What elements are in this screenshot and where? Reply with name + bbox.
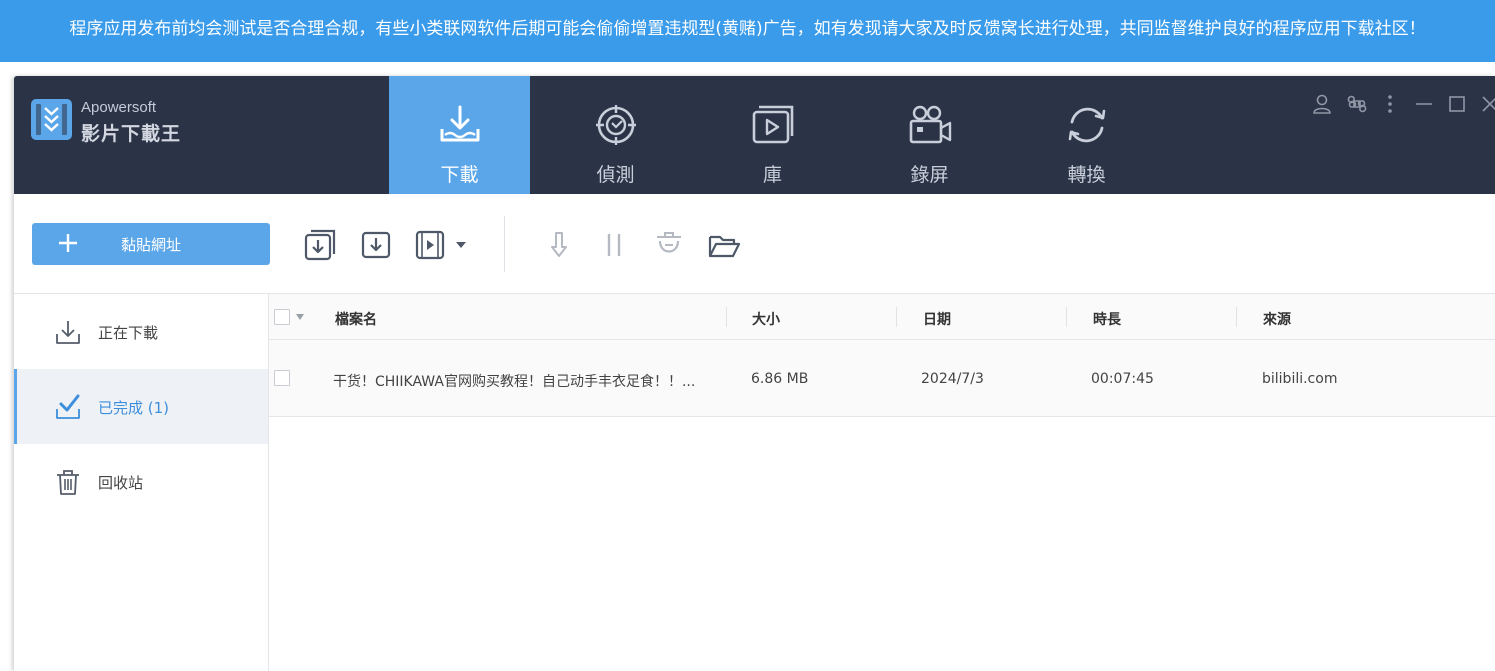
title-bar: Apowersoft 影片下載王 下載 偵測 庫 錄屏 轉換: [14, 76, 1495, 194]
brand-name-cn: 影片下載王: [81, 123, 182, 145]
column-header-size[interactable]: 大小: [752, 309, 780, 329]
tab-detect[interactable]: 偵測: [545, 76, 686, 194]
tab-convert[interactable]: 轉換: [1016, 76, 1157, 194]
sidebar-item-downloading[interactable]: 正在下載: [14, 294, 268, 369]
file-name: 干货！CHIIKAWA官网购买教程！自己动手丰衣足食！！...: [333, 374, 696, 390]
app-window: Apowersoft 影片下載王 下載 偵測 庫 錄屏 轉換 黏貼網址 正在下載…: [14, 76, 1495, 671]
select-dropdown-icon[interactable]: [296, 314, 304, 320]
column-header-name[interactable]: 檔案名: [335, 309, 377, 329]
file-duration: 00:07:45: [1091, 371, 1154, 387]
column-divider: [726, 307, 727, 327]
close-icon[interactable]: [1479, 93, 1495, 115]
select-all-checkbox[interactable]: [274, 309, 290, 325]
detect-target-icon: [595, 105, 636, 145]
download-icon: [56, 321, 80, 344]
row-checkbox[interactable]: [274, 370, 290, 386]
video-download-icon[interactable]: [414, 228, 448, 262]
sidebar: 正在下載 已完成 (1) 回收站: [14, 294, 269, 671]
paste-url-label: 黏貼網址: [120, 236, 181, 254]
table-row[interactable]: 干货！CHIIKAWA官网购买教程！自己动手丰衣足食！！... 6.86 MB …: [269, 340, 1495, 417]
tab-library-label: 庫: [762, 164, 782, 186]
pause-icon[interactable]: [597, 228, 631, 262]
more-vertical-icon[interactable]: [1379, 93, 1401, 115]
column-header-duration[interactable]: 時長: [1093, 309, 1121, 329]
tab-record-label: 錄屏: [910, 164, 949, 186]
library-play-icon: [752, 105, 793, 144]
tab-download[interactable]: 下載: [389, 76, 530, 194]
tab-detect-label: 偵測: [596, 164, 635, 186]
resume-icon[interactable]: [542, 228, 576, 262]
maximize-icon[interactable]: [1446, 93, 1468, 115]
sidebar-item-recycle-bin[interactable]: 回收站: [14, 444, 268, 519]
batch-download-icon[interactable]: [303, 228, 337, 262]
tab-library[interactable]: 庫: [702, 76, 843, 194]
sidebar-item-label: 回收站: [98, 474, 144, 492]
tab-record[interactable]: 錄屏: [859, 76, 1000, 194]
file-size: 6.86 MB: [751, 371, 809, 387]
brand-name-en: Apowersoft: [81, 99, 157, 116]
notice-banner-text: 程序应用发布前均会测试是否合理合规，有些小类联网软件后期可能会偷偷增置违规型(黄…: [69, 18, 1426, 39]
file-list: 檔案名 大小 日期 時長 來源 干货！CHIIKAWA官网购买教程！自己动手丰衣…: [269, 294, 1495, 671]
sidebar-item-label: 已完成 (1): [98, 399, 170, 417]
chevron-down-icon[interactable]: [451, 228, 471, 262]
video-camera-icon: [909, 105, 951, 144]
check-tray-icon: [56, 394, 80, 419]
app-logo-icon: [31, 99, 72, 140]
minimize-icon[interactable]: [1413, 93, 1435, 115]
convert-cycle-icon: [1068, 107, 1105, 143]
table-header: 檔案名 大小 日期 時長 來源: [269, 294, 1495, 340]
column-divider: [896, 307, 897, 327]
open-folder-icon[interactable]: [707, 228, 741, 262]
column-header-source[interactable]: 來源: [1263, 309, 1291, 329]
tab-convert-label: 轉換: [1067, 164, 1106, 186]
notice-banner: 程序应用发布前均会测试是否合理合规，有些小类联网软件后期可能会偷偷增置违规型(黄…: [0, 0, 1495, 62]
shortcut-icon[interactable]: [1346, 93, 1368, 115]
toolbar: 黏貼網址: [14, 194, 1495, 294]
download-tray-icon: [440, 105, 479, 142]
paste-url-button[interactable]: 黏貼網址: [32, 223, 270, 265]
delete-icon[interactable]: [652, 228, 686, 262]
column-header-date[interactable]: 日期: [923, 309, 951, 329]
trash-icon: [57, 470, 79, 495]
sidebar-item-completed[interactable]: 已完成 (1): [14, 369, 268, 444]
tab-download-label: 下載: [440, 164, 479, 186]
download-icon[interactable]: [359, 228, 393, 262]
user-icon[interactable]: [1311, 93, 1333, 115]
column-divider: [1066, 307, 1067, 327]
file-date: 2024/7/3: [921, 371, 984, 387]
sidebar-item-label: 正在下載: [98, 324, 159, 342]
toolbar-divider: [504, 216, 505, 272]
column-divider: [1236, 307, 1237, 327]
file-source: bilibili.com: [1262, 371, 1338, 387]
